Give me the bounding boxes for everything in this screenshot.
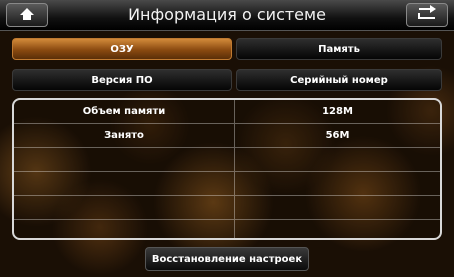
table-row [14, 220, 440, 238]
tab-ram[interactable]: ОЗУ [12, 38, 232, 60]
row-label [14, 172, 235, 195]
row-label: Занято [14, 124, 235, 147]
row-label [14, 220, 235, 238]
back-arrow-icon [416, 5, 438, 25]
table-row [14, 148, 440, 172]
row-value [235, 220, 440, 238]
row-value [235, 172, 440, 195]
table-row [14, 172, 440, 196]
home-button[interactable] [6, 3, 48, 27]
row-label [14, 148, 235, 171]
page-title: Информация о системе [128, 5, 326, 24]
row-value [235, 148, 440, 171]
row-label: Объем памяти [14, 100, 235, 123]
table-row: Занято 56M [14, 124, 440, 148]
table-row: Объем памяти 128M [14, 100, 440, 124]
row-value [235, 196, 440, 219]
home-icon [19, 6, 35, 25]
table-row [14, 196, 440, 220]
tab-serial-number[interactable]: Серийный номер [236, 69, 442, 91]
restore-settings-button[interactable]: Восстановление настроек [145, 247, 309, 271]
row-label [14, 196, 235, 219]
row-value: 56M [325, 130, 350, 141]
back-button[interactable] [406, 3, 448, 27]
tab-bar: ОЗУ Память Версия ПО Серийный номер [12, 38, 442, 92]
row-value: 128M [322, 106, 353, 117]
info-table: Объем памяти 128M Занято 56M [12, 98, 442, 240]
tab-software-version[interactable]: Версия ПО [12, 69, 232, 91]
top-bar: Информация о системе [0, 0, 454, 31]
tab-memory[interactable]: Память [236, 38, 442, 60]
